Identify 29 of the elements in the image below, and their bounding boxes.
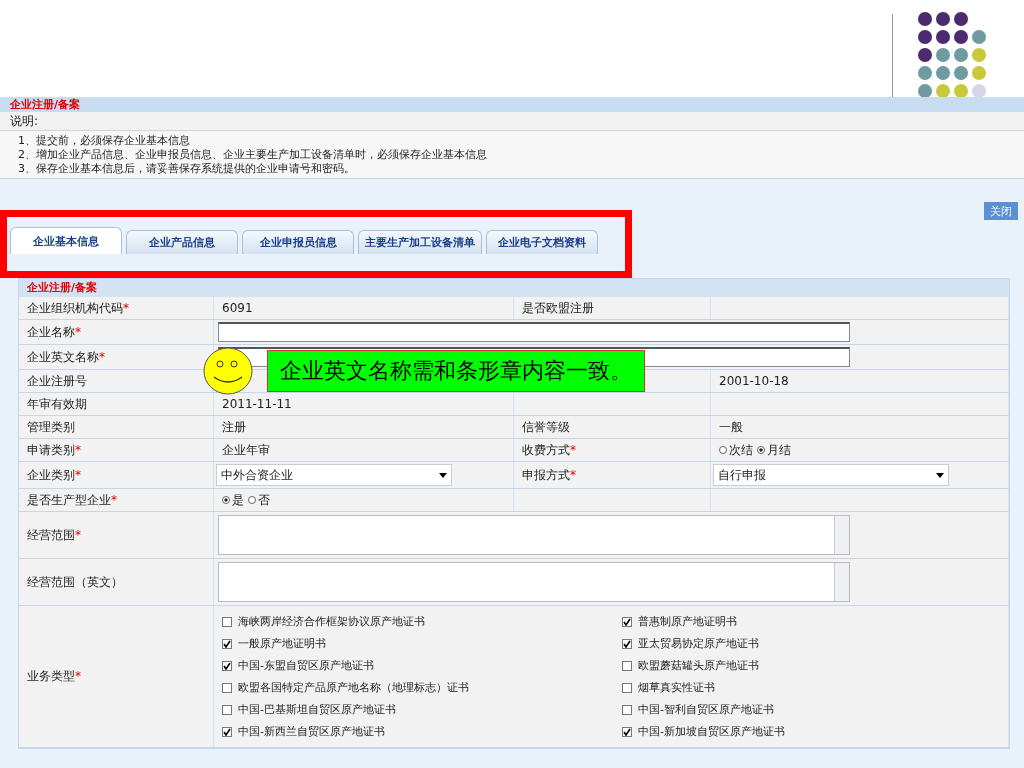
- field-label: 企业英文名称*: [27, 348, 105, 366]
- field-label: 是否欧盟注册: [522, 299, 594, 317]
- field-label: 企业组织机构代码*: [27, 299, 129, 317]
- note-text: 3、保存企业基本信息后，请妥善保存系统提供的企业申请号和密码。: [18, 162, 356, 176]
- field-value: 注册: [222, 418, 246, 436]
- field-label: 经营范围*: [27, 526, 81, 544]
- field-value: 2001-10-18: [719, 374, 789, 388]
- field-label: 年审有效期: [27, 395, 87, 413]
- field-label: 管理类别: [27, 418, 75, 436]
- section-title: 企业注册/备案: [19, 279, 1009, 297]
- field-value: 2011-11-11: [222, 397, 292, 411]
- page-title: 企业注册/备案: [0, 97, 1024, 112]
- field-label: 业务类型*: [27, 668, 81, 685]
- note-text: 1、提交前，必须保存企业基本信息: [18, 134, 191, 148]
- note-text: 2、增加企业产品信息、企业申报员信息、企业主要生产加工设备清单时，必须保存企业基本信息: [18, 148, 488, 162]
- hint-tooltip: 企业英文名称需和条形章内容一致。: [267, 350, 645, 392]
- field-value: 6091: [222, 301, 253, 315]
- field-value: 企业年审: [222, 441, 270, 459]
- field-label: 企业类别*: [27, 466, 81, 484]
- field-label: 经营范围（英文）: [27, 573, 123, 591]
- field-label: 申报方式*: [522, 466, 576, 484]
- field-value: 一般: [719, 418, 743, 436]
- field-label: 申请类别*: [27, 441, 81, 459]
- field-label: 企业注册号: [27, 372, 87, 390]
- field-label: 信誉等级: [522, 418, 570, 436]
- field-label: 收费方式*: [522, 441, 576, 459]
- note-label: 说明:: [0, 112, 1024, 131]
- field-label: 是否生产型企业*: [27, 491, 117, 509]
- field-label: 企业名称*: [27, 323, 81, 341]
